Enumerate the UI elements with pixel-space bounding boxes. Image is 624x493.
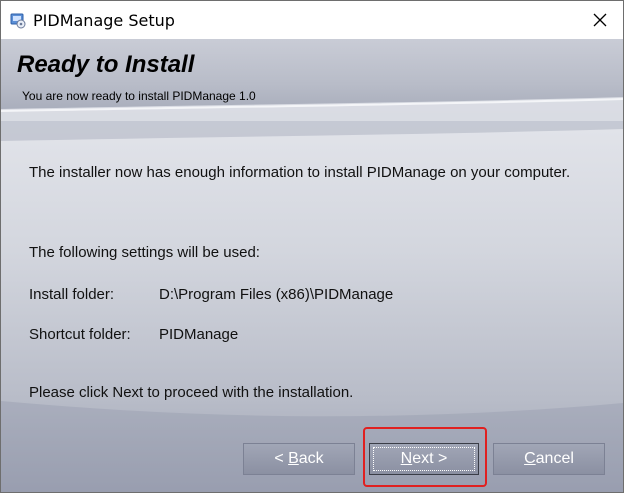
close-button[interactable]	[577, 1, 623, 39]
installer-icon	[9, 11, 27, 29]
close-icon	[593, 13, 607, 27]
window-title: PIDManage Setup	[33, 11, 175, 30]
settings-heading: The following settings will be used:	[29, 244, 260, 261]
next-button-highlight	[363, 427, 487, 487]
install-folder-label: Install folder:	[29, 286, 115, 303]
cancel-label-accel: C	[524, 450, 536, 467]
back-label-rest: ack	[298, 450, 324, 467]
page-subtitle: You are now ready to install PIDManage 1…	[22, 89, 256, 103]
back-button[interactable]: < Back	[243, 443, 355, 475]
shortcut-folder-label: Shortcut folder:	[29, 326, 131, 343]
page-title: Ready to Install	[17, 51, 195, 78]
shortcut-folder-value: PIDManage	[159, 326, 239, 343]
setup-window: PIDManage Setup Ready to Install You are…	[0, 0, 624, 493]
proceed-text: Please click Next to proceed with the in…	[29, 384, 354, 401]
header-panel: Ready to Install You are now ready to in…	[1, 39, 623, 121]
back-label-prefix: <	[274, 450, 289, 467]
back-label-accel: B	[288, 450, 299, 467]
install-folder-value: D:\Program Files (x86)\PIDManage	[159, 286, 394, 303]
cancel-button[interactable]: Cancel	[493, 443, 605, 475]
intro-text: The installer now has enough information…	[29, 164, 571, 181]
title-bar[interactable]: PIDManage Setup	[1, 1, 623, 39]
cancel-label-rest: ancel	[535, 450, 574, 467]
content-panel: The installer now has enough information…	[1, 121, 623, 492]
